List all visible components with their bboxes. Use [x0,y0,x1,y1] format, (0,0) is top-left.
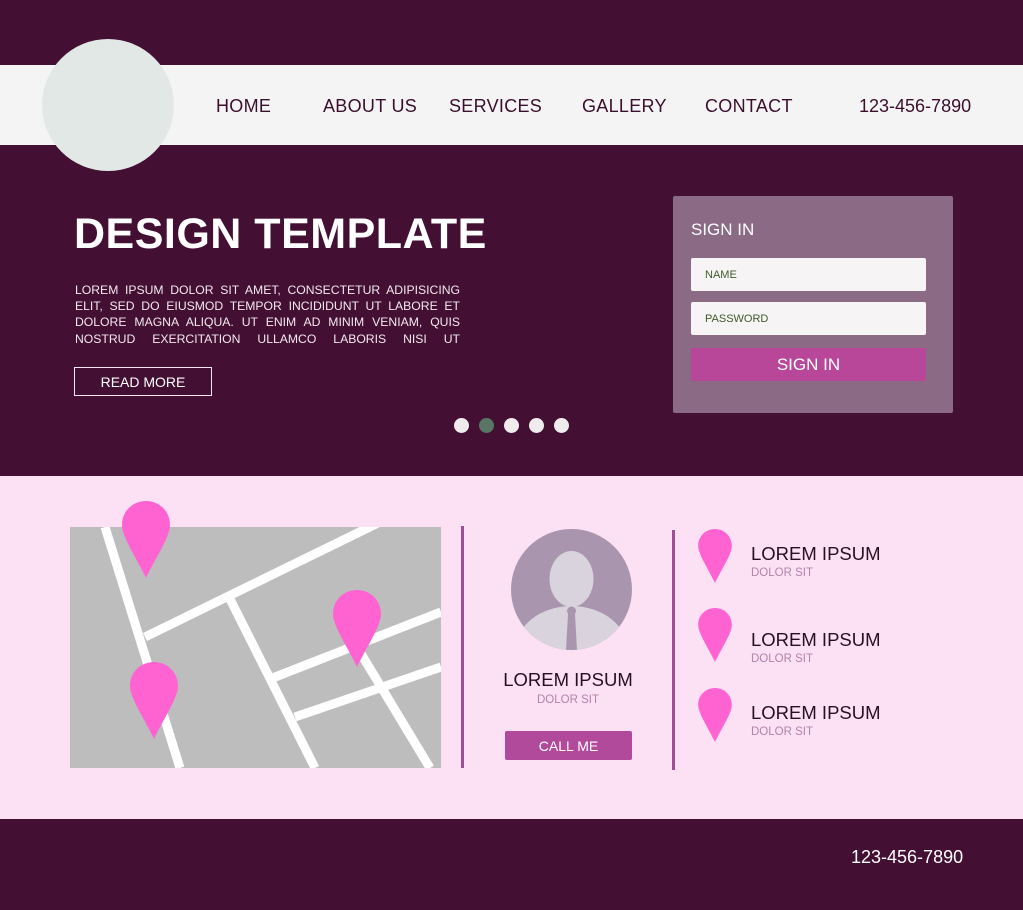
hero-title: DESIGN TEMPLATE [74,210,487,258]
sign-in-panel: SIGN IN SIGN IN [673,196,953,413]
map-pin-icon [698,529,732,583]
slider-dot-2-active[interactable] [479,418,494,433]
nav-item-gallery[interactable]: GALLERY [582,96,667,117]
sign-in-title: SIGN IN [691,220,755,239]
sign-in-button[interactable]: SIGN IN [691,348,926,381]
header-phone-number: 123-456-7890 [859,96,972,116]
divider [461,526,464,768]
divider [672,530,675,770]
location-title: LOREM IPSUM [751,702,881,723]
map-pin-icon [698,608,732,662]
name-input[interactable] [691,258,926,291]
map-pin-icon[interactable] [333,590,381,667]
location-item: LOREM IPSUM DOLOR SIT [697,688,937,748]
call-me-button[interactable]: CALL ME [505,731,632,760]
location-subtitle: DOLOR SIT [751,567,813,579]
nav-item-about-us[interactable]: ABOUT US [323,96,417,117]
profile-subtitle: DOLOR SIT [537,694,599,706]
map-pin-icon [698,688,732,742]
user-avatar-icon [511,529,632,650]
hero-description: LOREM IPSUM DOLOR SIT AMET, CONSECTETUR … [75,283,460,346]
slider-dot-5[interactable] [554,418,569,433]
slider-dot-4[interactable] [529,418,544,433]
logo[interactable] [42,39,174,171]
footer-phone-number: 123-456-7890 [851,847,964,867]
location-item: LOREM IPSUM DOLOR SIT [697,529,937,589]
map-street [293,662,441,722]
location-subtitle: DOLOR SIT [751,726,813,738]
slider-dot-3[interactable] [504,418,519,433]
map-pin-icon[interactable] [122,501,170,578]
location-title: LOREM IPSUM [751,543,881,564]
read-more-button[interactable]: READ MORE [74,367,212,396]
password-input[interactable] [691,302,926,335]
map-street [225,596,320,768]
map-pin-icon[interactable] [130,662,178,739]
map-street [356,649,434,768]
slider-dot-1[interactable] [454,418,469,433]
location-item: LOREM IPSUM DOLOR SIT [697,608,937,668]
profile-name: LOREM IPSUM [503,669,633,690]
nav-item-home[interactable]: HOME [216,96,271,117]
nav-item-contact[interactable]: CONTACT [705,96,793,117]
location-title: LOREM IPSUM [751,629,881,650]
slider-pagination [454,418,569,433]
location-subtitle: DOLOR SIT [751,653,813,665]
nav-item-services[interactable]: SERVICES [449,96,542,117]
